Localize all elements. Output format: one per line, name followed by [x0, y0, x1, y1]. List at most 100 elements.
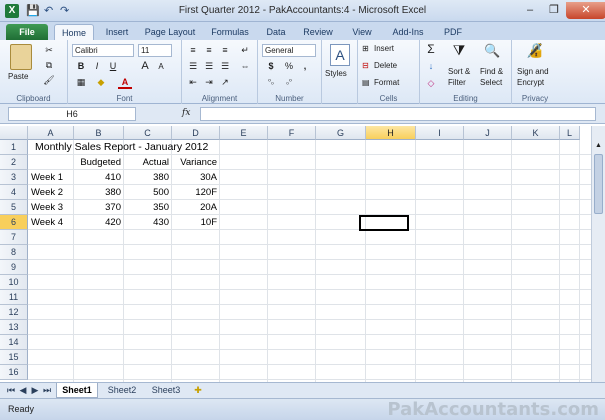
column-header-j[interactable]: J — [464, 126, 512, 140]
row-header-8[interactable]: 8 — [0, 245, 28, 260]
styles-button[interactable]: Styles — [325, 68, 347, 80]
row-header-2[interactable]: 2 — [0, 155, 28, 170]
actual-cell[interactable]: 430 — [124, 215, 172, 230]
scroll-up-icon[interactable]: ▲ — [593, 140, 604, 151]
budgeted-cell[interactable]: 420 — [74, 215, 124, 230]
paste-icon[interactable] — [10, 44, 32, 70]
align-bottom-icon[interactable]: ≡ — [218, 44, 232, 57]
maximize-button[interactable]: ❐ — [542, 2, 566, 19]
column-header-c[interactable]: C — [124, 126, 172, 140]
insert-sheet-icon[interactable]: ✚ — [190, 383, 206, 398]
row-header-13[interactable]: 13 — [0, 320, 28, 335]
column-header-f[interactable]: F — [268, 126, 316, 140]
italic-button[interactable]: I — [90, 60, 104, 73]
select-button[interactable]: Select — [480, 77, 502, 89]
scroll-thumb[interactable] — [594, 154, 603, 214]
delete-icon[interactable]: ⊟ — [362, 60, 369, 72]
borders-icon[interactable]: ▦ — [74, 76, 88, 89]
align-middle-icon[interactable]: ≡ — [202, 44, 216, 57]
tab-formulas[interactable]: Formulas — [206, 24, 254, 40]
budgeted-cell[interactable]: 410 — [74, 170, 124, 185]
tab-review[interactable]: Review — [298, 24, 338, 40]
close-button[interactable]: ✕ — [566, 2, 605, 19]
font-color-button[interactable]: A — [118, 76, 132, 89]
minimize-button[interactable]: – — [518, 2, 542, 19]
sheet-tab-2[interactable]: Sheet2 — [102, 383, 142, 398]
paste-button[interactable]: Paste — [8, 71, 28, 83]
tab-home[interactable]: Home — [54, 24, 94, 40]
variance-cell[interactable]: 20A — [172, 200, 220, 215]
styles-icon[interactable]: A — [330, 44, 350, 66]
tab-pdf[interactable]: PDF — [438, 24, 468, 40]
sheet-tab-3[interactable]: Sheet3 — [146, 383, 186, 398]
shrink-font-button[interactable]: A — [154, 60, 168, 73]
encrypt-button[interactable]: Encrypt — [517, 77, 544, 89]
select-all-corner[interactable] — [0, 126, 28, 140]
row-header-11[interactable]: 11 — [0, 290, 28, 305]
tab-add-ins[interactable]: Add-Ins — [386, 24, 430, 40]
header-variance[interactable]: Variance — [172, 155, 220, 170]
row-header-15[interactable]: 15 — [0, 350, 28, 365]
week-cell[interactable]: Week 4 — [28, 215, 66, 230]
row-header-1[interactable]: 1 — [0, 140, 28, 155]
tab-page-layout[interactable]: Page Layout — [140, 24, 200, 40]
orientation-icon[interactable]: ↗ — [218, 76, 232, 89]
number-format-combo[interactable]: General — [262, 44, 316, 57]
delete-cells-button[interactable]: Delete — [374, 60, 397, 72]
first-sheet-icon[interactable]: ⏮ — [6, 383, 16, 398]
copy-icon[interactable]: ⧉ — [42, 59, 56, 72]
sort-filter-icon[interactable]: ⧩ — [452, 43, 466, 57]
header-actual[interactable]: Actual — [124, 155, 172, 170]
font-size-combo[interactable]: 11 — [138, 44, 172, 57]
formula-input[interactable] — [200, 107, 596, 121]
sheet-title-cell[interactable]: Monthly Sales Report - January 2012 — [32, 140, 211, 155]
row-header-10[interactable]: 10 — [0, 275, 28, 290]
column-header-d[interactable]: D — [172, 126, 220, 140]
tab-data[interactable]: Data — [260, 24, 292, 40]
name-box[interactable]: H6 — [8, 107, 136, 121]
fill-icon[interactable]: ↓ — [424, 60, 438, 73]
row-header-3[interactable]: 3 — [0, 170, 28, 185]
fx-icon[interactable]: fx — [182, 108, 190, 118]
row-header-6[interactable]: 6 — [0, 215, 28, 230]
insert-icon[interactable]: ⊞ — [362, 43, 369, 55]
row-header-9[interactable]: 9 — [0, 260, 28, 275]
prev-sheet-icon[interactable]: ◀ — [18, 383, 28, 398]
column-header-a[interactable]: A — [28, 126, 74, 140]
tab-insert[interactable]: Insert — [98, 24, 136, 40]
last-sheet-icon[interactable]: ⏭ — [42, 383, 52, 398]
bold-button[interactable]: B — [74, 60, 88, 73]
variance-cell[interactable]: 120F — [172, 185, 220, 200]
align-right-icon[interactable]: ☰ — [218, 60, 232, 73]
column-header-i[interactable]: I — [416, 126, 464, 140]
actual-cell[interactable]: 350 — [124, 200, 172, 215]
align-center-icon[interactable]: ☰ — [202, 60, 216, 73]
row-header-14[interactable]: 14 — [0, 335, 28, 350]
column-header-k[interactable]: K — [512, 126, 560, 140]
column-header-h[interactable]: H — [366, 126, 416, 140]
font-name-combo[interactable]: Calibri — [72, 44, 134, 57]
budgeted-cell[interactable]: 370 — [74, 200, 124, 215]
decrease-indent-icon[interactable]: ⇤ — [186, 76, 200, 89]
row-header-16[interactable]: 16 — [0, 365, 28, 380]
variance-cell[interactable]: 10F — [172, 215, 220, 230]
grow-font-button[interactable]: A — [138, 60, 152, 73]
row-header-7[interactable]: 7 — [0, 230, 28, 245]
column-header-e[interactable]: E — [220, 126, 268, 140]
sheet-tab-1[interactable]: Sheet1 — [56, 383, 98, 398]
actual-cell[interactable]: 500 — [124, 185, 172, 200]
sign-encrypt-icon[interactable]: 🔏 — [526, 43, 543, 57]
align-top-icon[interactable]: ≡ — [186, 44, 200, 57]
week-cell[interactable]: Week 2 — [28, 185, 66, 200]
column-header-b[interactable]: B — [74, 126, 124, 140]
increase-decimal-icon[interactable]: ⁰₀ — [264, 76, 278, 89]
row-header-5[interactable]: 5 — [0, 200, 28, 215]
column-header-l[interactable]: L — [560, 126, 580, 140]
column-header-g[interactable]: G — [316, 126, 366, 140]
currency-button[interactable]: $ — [264, 60, 278, 73]
budgeted-cell[interactable]: 380 — [74, 185, 124, 200]
tab-file[interactable]: File — [6, 24, 48, 40]
row-header-12[interactable]: 12 — [0, 305, 28, 320]
next-sheet-icon[interactable]: ▶ — [30, 383, 40, 398]
vertical-scrollbar[interactable]: ▲ — [591, 126, 605, 382]
